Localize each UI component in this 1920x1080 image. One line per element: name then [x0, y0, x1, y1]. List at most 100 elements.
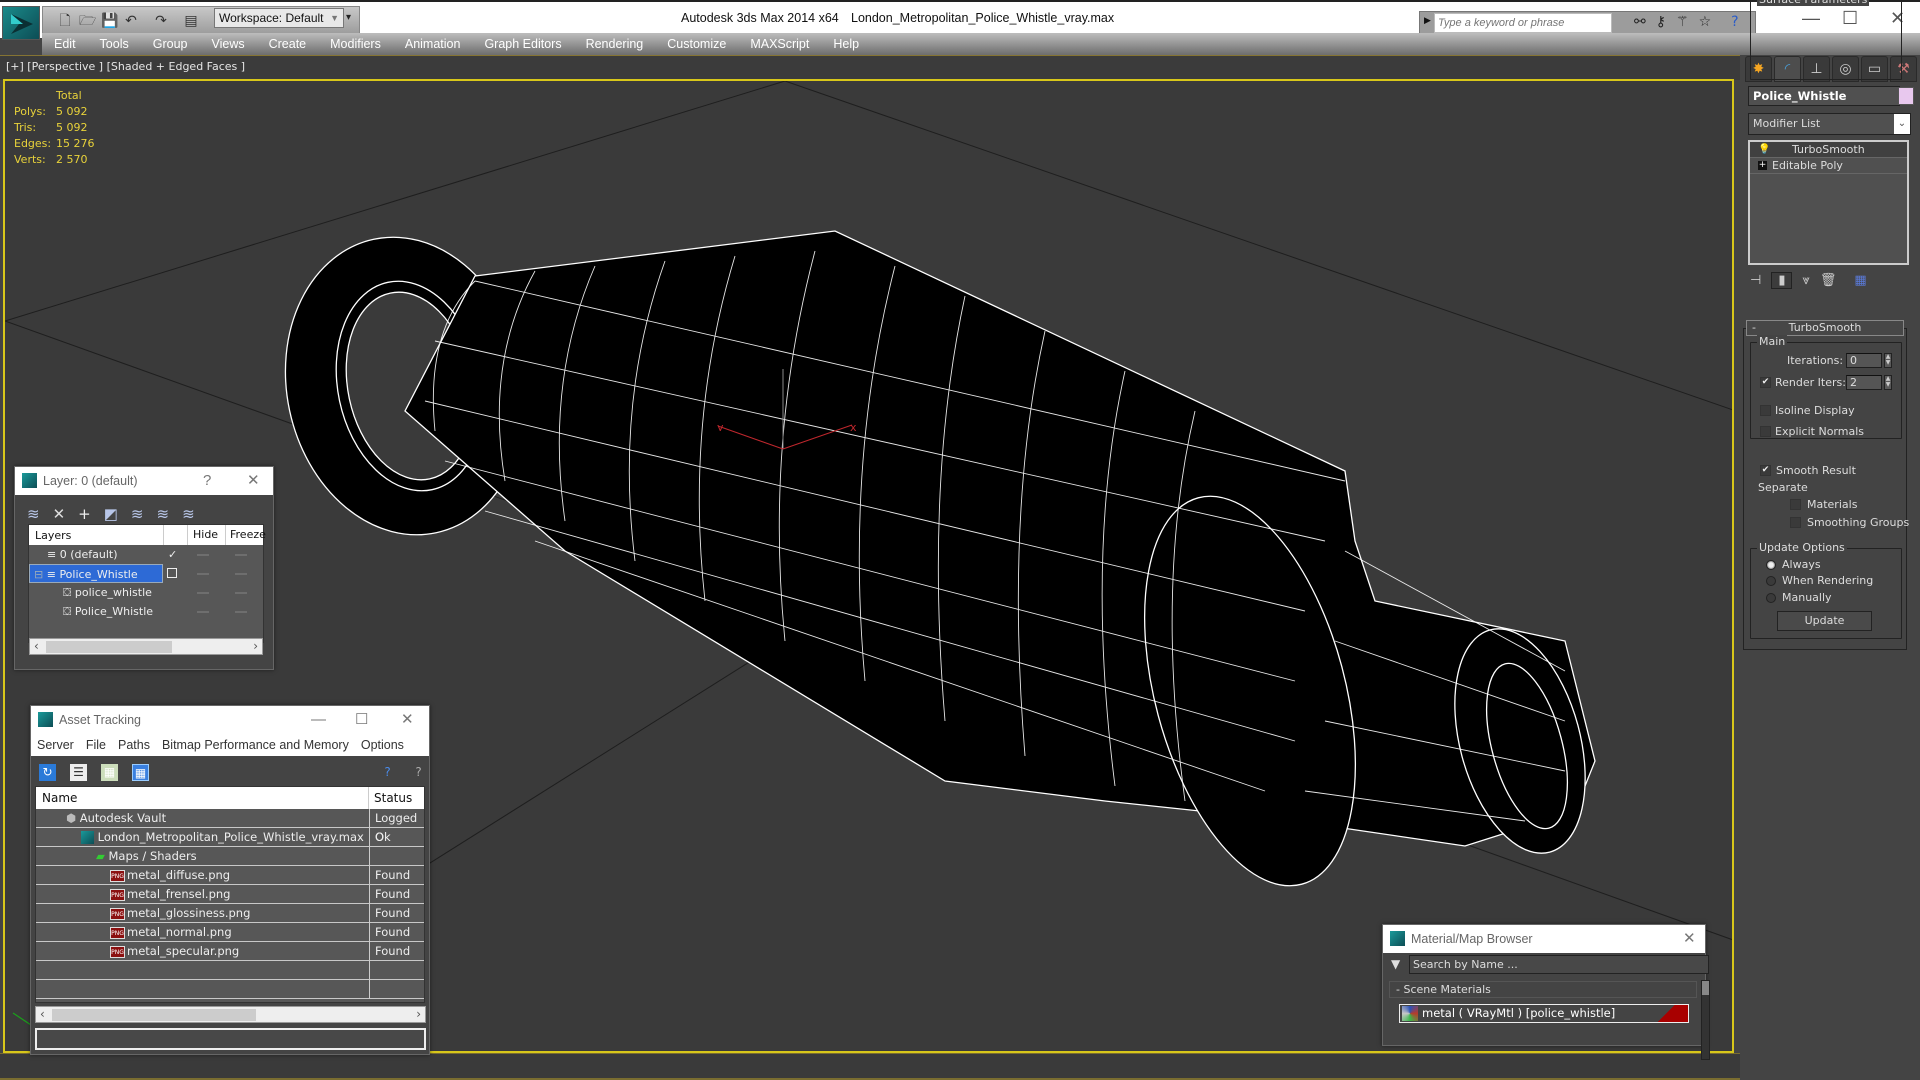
layer-dialog-titlebar[interactable]: Layer: 0 (default) ? ✕	[15, 467, 273, 495]
material-browser-titlebar[interactable]: Material/Map Browser ✕	[1383, 925, 1705, 953]
asset-row[interactable]: PNG metal_specular.png Found	[36, 942, 424, 961]
open-file-icon[interactable]: 🗁	[79, 13, 96, 29]
asset-row[interactable]: London_Metropolitan_Police_Whistle_vray.…	[36, 828, 424, 847]
refresh-icon[interactable]: ↻	[39, 763, 56, 781]
menu-edit[interactable]: Edit	[54, 37, 76, 51]
add-to-layer-icon[interactable]: +	[78, 505, 91, 523]
scroll-left-icon[interactable]: ‹	[40, 1007, 45, 1021]
project-folder-icon[interactable]: ▤	[183, 13, 199, 29]
freeze-column[interactable]: Freeze	[225, 525, 266, 545]
workspace-dropdown[interactable]: Workspace: Default ▼	[214, 8, 344, 28]
material-item-metal[interactable]: metal ( VRayMtl ) [police_whistle]	[1399, 1004, 1689, 1023]
close-button[interactable]: ✕	[1683, 925, 1696, 953]
always-radio[interactable]	[1766, 560, 1776, 570]
menu-paths[interactable]: Paths	[118, 738, 150, 752]
smoothing-groups-checkbox[interactable]	[1790, 517, 1801, 528]
menu-bitmap-performance[interactable]: Bitmap Performance and Memory	[162, 738, 349, 752]
pin-stack-icon[interactable]: ⊣	[1750, 273, 1761, 288]
menu-animation[interactable]: Animation	[405, 37, 461, 51]
scrollbar-thumb[interactable]	[46, 641, 172, 653]
update-button[interactable]: Update	[1777, 611, 1872, 631]
menu-graph-editors[interactable]: Graph Editors	[484, 37, 561, 51]
show-end-result-icon[interactable]: ▮	[1771, 272, 1793, 289]
scroll-right-icon[interactable]: ›	[253, 639, 258, 653]
make-unique-icon[interactable]: ⩔	[1802, 273, 1809, 288]
when-rendering-radio[interactable]	[1766, 576, 1776, 586]
hide-all-icon[interactable]: ≋	[157, 505, 170, 523]
object-color-swatch[interactable]	[1898, 87, 1914, 105]
menu-file[interactable]: File	[86, 738, 106, 752]
close-button[interactable]: ✕	[247, 467, 260, 495]
help-icon[interactable]: ?	[1731, 14, 1738, 30]
manually-radio[interactable]	[1766, 593, 1776, 603]
close-button[interactable]: ✕	[401, 706, 414, 734]
asset-row[interactable]: PNG metal_diffuse.png Found	[36, 866, 424, 885]
key-icon[interactable]: ⚷	[1656, 14, 1666, 30]
select-objects-icon[interactable]: ◩	[104, 505, 118, 523]
object-row[interactable]: ⛋ police_whistle	[29, 583, 263, 602]
render-iters-spinner-arrows[interactable]: ▲ ▼	[1884, 375, 1892, 390]
menu-group[interactable]: Group	[153, 37, 188, 51]
help-icon[interactable]: ?	[410, 764, 427, 781]
app-menu-button[interactable]	[2, 6, 40, 40]
smooth-result-checkbox[interactable]: ✔	[1760, 465, 1771, 476]
minimize-button[interactable]: —	[311, 706, 326, 734]
menu-views[interactable]: Views	[211, 37, 244, 51]
name-column[interactable]: Name	[36, 787, 369, 809]
stack-item-editable-poly[interactable]: + Editable Poly	[1750, 158, 1907, 174]
set-current-checkbox[interactable]	[167, 568, 177, 578]
layer-horizontal-scrollbar[interactable]: ‹ ›	[29, 638, 263, 655]
object-name-field[interactable]: Police_Whistle	[1748, 86, 1900, 106]
expand-plus-icon[interactable]: +	[1758, 161, 1767, 170]
scroll-right-icon[interactable]: ›	[416, 1007, 421, 1021]
expand-arrow-icon[interactable]: ▶	[1424, 16, 1431, 26]
freeze-all-icon[interactable]: ≋	[182, 505, 195, 523]
highlight-layer-icon[interactable]: ≋	[131, 505, 144, 523]
menu-maxscript[interactable]: MAXScript	[750, 37, 809, 51]
browser-options-icon[interactable]: ▼	[1391, 957, 1400, 971]
iterations-spinner[interactable]: 0	[1846, 353, 1882, 368]
menu-help[interactable]: Help	[833, 37, 859, 51]
redo-icon[interactable]: ↷	[153, 13, 169, 29]
menu-rendering[interactable]: Rendering	[586, 37, 644, 51]
asset-row[interactable]: PNG metal_frensel.png Found	[36, 885, 424, 904]
undo-icon[interactable]: ↶	[123, 13, 139, 29]
tree-view-icon[interactable]: ▦	[101, 763, 118, 781]
vault-help-icon[interactable]: ?	[379, 764, 396, 781]
isoline-display-checkbox[interactable]	[1760, 405, 1771, 416]
save-icon[interactable]: 💾	[101, 13, 118, 29]
layers-column[interactable]: Layers	[35, 529, 71, 542]
asset-row[interactable]: ▰ Maps / Shaders	[36, 847, 424, 866]
scene-materials-section[interactable]: - Scene Materials	[1389, 981, 1697, 998]
asset-tracking-titlebar[interactable]: Asset Tracking — ☐ ✕	[31, 706, 429, 734]
menu-options[interactable]: Options	[361, 738, 404, 752]
hide-column[interactable]: Hide	[187, 525, 218, 545]
maximize-button[interactable]: ☐	[355, 706, 368, 734]
new-file-icon[interactable]: 🗋	[57, 13, 73, 29]
layer-row[interactable]: ≡ 0 (default) ✓	[29, 545, 263, 564]
lightbulb-icon[interactable]: 💡	[1758, 142, 1770, 158]
satellite-icon[interactable]: ⚚	[1676, 14, 1689, 30]
turbosmooth-rollout-header[interactable]: - TurboSmooth	[1746, 320, 1904, 336]
menu-modifiers[interactable]: Modifiers	[330, 37, 381, 51]
delete-layer-icon[interactable]: ✕	[53, 505, 66, 523]
remove-modifier-icon[interactable]: 🗑	[1820, 273, 1837, 288]
render-iters-checkbox[interactable]: ✔	[1760, 377, 1771, 388]
menu-customize[interactable]: Customize	[667, 37, 726, 51]
materials-checkbox[interactable]	[1790, 499, 1801, 510]
asset-path-field[interactable]	[35, 1028, 426, 1050]
customize-qat-icon[interactable]: ▾	[346, 12, 351, 23]
material-browser-scrollbar[interactable]	[1701, 980, 1710, 1060]
asset-horizontal-scrollbar[interactable]: ‹ ›	[35, 1006, 426, 1023]
asset-row[interactable]: PNG metal_glossiness.png Found	[36, 904, 424, 923]
viewport-label[interactable]: [+] [Perspective ] [Shaded + Edged Faces…	[6, 60, 245, 73]
list-view-icon[interactable]: ☰	[70, 763, 87, 781]
layer-row-selected[interactable]: ⊟ ≡ Police_Whistle	[29, 564, 263, 583]
scrollbar-thumb[interactable]	[52, 1009, 256, 1021]
collapse-icon[interactable]: ⊟	[34, 568, 47, 581]
menu-tools[interactable]: Tools	[100, 37, 129, 51]
menu-create[interactable]: Create	[269, 37, 307, 51]
help-button[interactable]: ?	[203, 467, 211, 495]
menu-server[interactable]: Server	[37, 738, 74, 752]
table-view-icon[interactable]: ▦	[132, 763, 149, 781]
